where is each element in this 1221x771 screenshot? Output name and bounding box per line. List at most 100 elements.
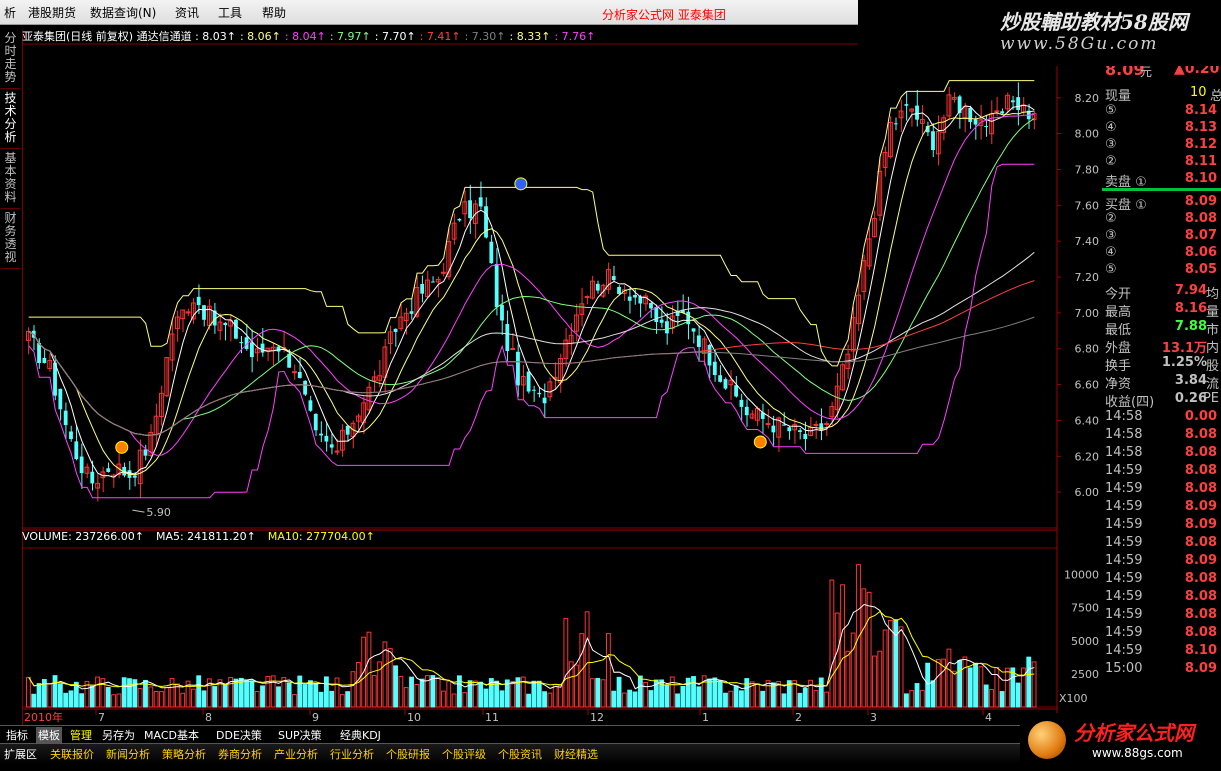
volume-bar-up xyxy=(978,666,984,708)
bid-ask-divider xyxy=(1102,188,1221,191)
tab-fundamentals[interactable]: 基本资料 xyxy=(1,152,20,209)
volume-bar-down xyxy=(483,688,489,708)
indicator-tab[interactable]: MACD基本 xyxy=(142,727,201,743)
menu-item-analysis[interactable]: 析 xyxy=(4,4,16,21)
volume-bar-down xyxy=(1026,656,1032,708)
volume-bar-up xyxy=(584,611,590,708)
extension-tab[interactable]: 扩展区 xyxy=(4,746,37,762)
stat-row-value: 3.84 xyxy=(1174,373,1207,388)
candle-down xyxy=(489,241,494,264)
volume-bar-up xyxy=(840,584,845,708)
stat-row: 外盘 13.1万内 xyxy=(1102,336,1221,356)
volume-bar-up xyxy=(946,648,952,708)
kline-chart[interactable]: 8.408.208.007.807.607.407.207.006.806.60… xyxy=(0,0,1221,771)
extension-tab[interactable]: 产业分析 xyxy=(274,746,318,762)
extension-tab[interactable]: 个股资讯 xyxy=(498,746,542,762)
candle-down xyxy=(313,413,318,431)
volume-bar-down xyxy=(196,675,202,708)
volume-bar-up xyxy=(845,650,851,708)
menu-item-hk-futures[interactable]: 港股期货 xyxy=(28,4,76,21)
legend-entry: : 8.04↑ xyxy=(284,30,326,43)
date-axis-label: 7 xyxy=(98,711,105,724)
candle-down xyxy=(718,375,723,382)
volume-bar-down xyxy=(925,662,931,708)
tick-row-value: 8.09 xyxy=(1184,661,1217,676)
sell-level-label: ④ xyxy=(1105,120,1117,135)
volume-bar-down xyxy=(648,690,654,708)
indicator-tab[interactable]: 另存为 xyxy=(100,727,137,743)
volume-bar-up xyxy=(355,662,361,708)
indicator-tab[interactable]: DDE决策 xyxy=(214,727,264,743)
extension-tab[interactable]: 个股评级 xyxy=(442,746,486,762)
candle-down xyxy=(526,371,531,392)
indicator-tab[interactable]: 指标 xyxy=(4,727,30,743)
candle-down xyxy=(324,435,329,442)
menu-item-help[interactable]: 帮助 xyxy=(262,4,286,21)
tick-row-label: 14:59 xyxy=(1105,625,1143,640)
tab-intraday[interactable]: 分时走势 xyxy=(1,32,20,89)
volume-bar-up xyxy=(829,579,835,708)
extension-tab[interactable]: 券商分析 xyxy=(218,746,262,762)
volume-bar-down xyxy=(276,686,281,708)
volume-bar-down xyxy=(637,675,643,708)
candle-down xyxy=(319,433,323,436)
tick-row-value: 8.09 xyxy=(1184,517,1217,532)
volume-bar-up xyxy=(909,690,915,708)
volume-bar-up xyxy=(382,641,388,708)
tab-technical[interactable]: 技术分析 xyxy=(1,92,20,149)
candle-down xyxy=(968,107,973,122)
volume-bar-down xyxy=(770,682,776,708)
volume-bar-up xyxy=(462,692,468,708)
candle-down xyxy=(234,319,238,339)
tick-row: 14:59 8.09 xyxy=(1102,498,1221,516)
volume-bar-up xyxy=(137,687,143,708)
indicator-tab[interactable]: SUP决策 xyxy=(276,727,324,743)
tab-financials[interactable]: 财务透视 xyxy=(1,212,20,269)
extension-tab[interactable]: 策略分析 xyxy=(162,746,206,762)
menu-item-news[interactable]: 资讯 xyxy=(175,4,199,21)
sell-level: ③ 8.12 xyxy=(1102,136,1221,154)
tick-row-value: 8.08 xyxy=(1184,427,1217,442)
candle-down xyxy=(468,200,472,219)
sell-level-value: 8.10 xyxy=(1184,171,1217,186)
logo-ball-icon xyxy=(1028,721,1066,759)
tick-row-value: 8.08 xyxy=(1184,625,1217,640)
indicator-legend: 亚泰集团(日线 前复权) 通达信通道 : 8.03↑: 8.06↑: 8.04↑… xyxy=(22,28,599,44)
volume-bar-down xyxy=(31,693,37,708)
candle-down xyxy=(37,343,41,363)
extension-tab[interactable]: 关联报价 xyxy=(50,746,94,762)
volume-bar-down xyxy=(393,665,398,708)
indicator-tab[interactable]: 经典KDJ xyxy=(338,727,383,743)
candle-down xyxy=(239,342,244,344)
volume-bar-down xyxy=(52,675,58,708)
legend-entry: : 7.41↑ xyxy=(419,30,461,43)
volume-bar-up xyxy=(414,684,420,708)
sell-level-label: ⑤ xyxy=(1105,103,1117,118)
extension-tab[interactable]: 行业分析 xyxy=(330,746,374,762)
menu-item-tools[interactable]: 工具 xyxy=(218,4,242,21)
menu-item-data-query[interactable]: 数据查询(N) xyxy=(90,4,156,21)
volume-bar-down xyxy=(286,682,292,708)
candle-down xyxy=(79,456,84,474)
sell-level: ⑤ 8.14 xyxy=(1102,102,1221,120)
tick-row-label: 14:59 xyxy=(1105,553,1143,568)
volume-bar-up xyxy=(834,612,840,708)
candle-down xyxy=(132,475,137,478)
tick-row-value: 8.09 xyxy=(1184,499,1217,514)
tick-row-label: 14:58 xyxy=(1105,427,1143,442)
volume-bar-down xyxy=(616,676,622,708)
date-axis-label: 12 xyxy=(590,711,604,724)
stat-row-value: 1.25% xyxy=(1161,355,1207,370)
volume-bar-down xyxy=(531,680,537,708)
extension-tab[interactable]: 新闻分析 xyxy=(106,746,150,762)
indicator-tab[interactable]: 管理 xyxy=(68,727,94,743)
volume-bar-up xyxy=(951,670,957,708)
volume-bar-up xyxy=(850,632,856,708)
volume-bar-down xyxy=(308,680,313,708)
indicator-tab[interactable]: 模板 xyxy=(36,727,62,743)
extension-tab[interactable]: 财经精选 xyxy=(554,746,598,762)
volume-bar-up xyxy=(334,677,340,708)
tick-row-value: 8.09 xyxy=(1184,553,1217,568)
extension-tab[interactable]: 个股研报 xyxy=(386,746,430,762)
volume-bar-up xyxy=(95,676,100,708)
